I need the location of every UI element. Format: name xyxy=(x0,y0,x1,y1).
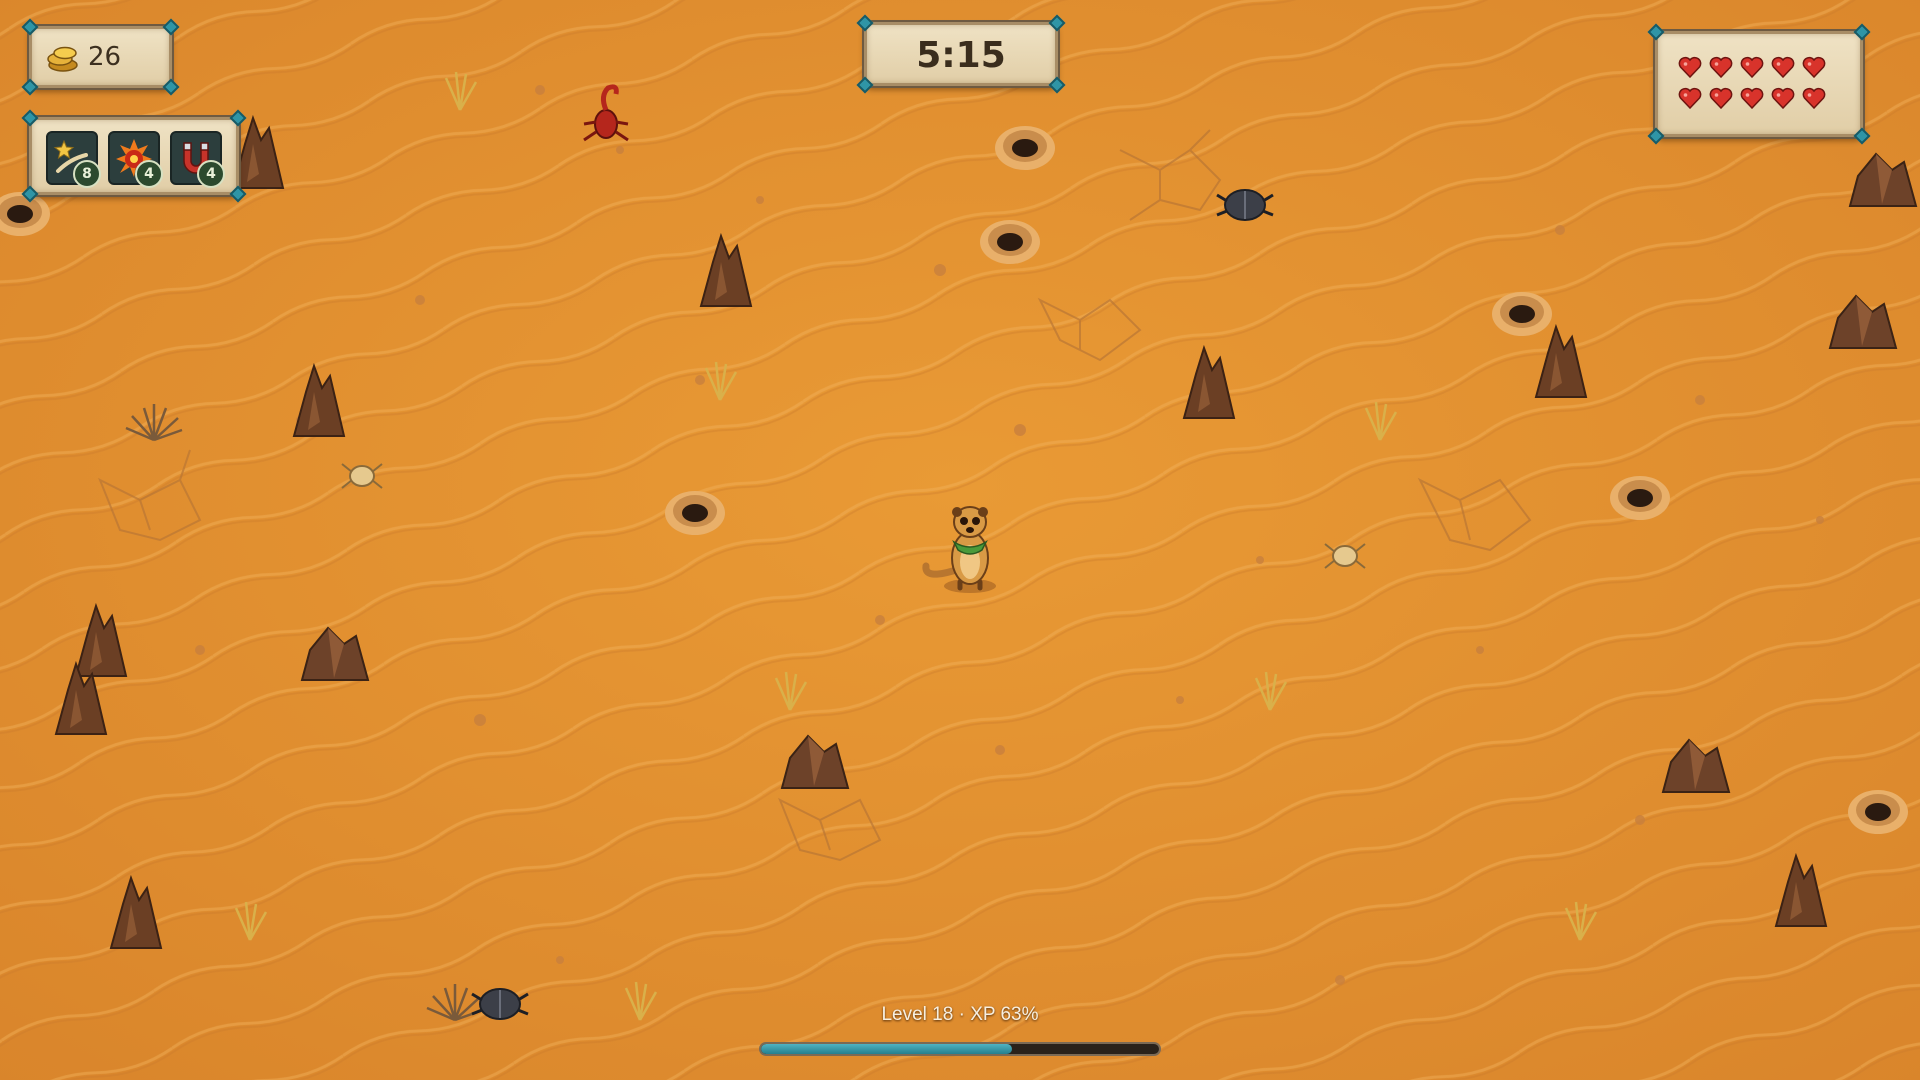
xp-progress-fill xyxy=(761,1044,1012,1054)
hearts-grid xyxy=(1678,56,1830,118)
timer-text: 5:15 xyxy=(916,35,1006,76)
burrow xyxy=(1848,790,1908,834)
heart-icon xyxy=(1709,87,1737,118)
heart-icon xyxy=(1771,56,1799,87)
heart-icon xyxy=(1678,56,1706,87)
round-timer: 5:15 xyxy=(856,14,1066,94)
burrow xyxy=(665,491,725,535)
powerup-slot-fire-bomb[interactable]: 4 xyxy=(108,131,163,188)
burrow xyxy=(995,126,1055,170)
coin-count: 26 xyxy=(88,42,122,72)
powerup-count: 4 xyxy=(135,160,163,188)
powerup-bar: 8 4 4 xyxy=(21,109,247,203)
heart-icon xyxy=(1771,87,1799,118)
powerup-slot-shooting-star[interactable]: 8 xyxy=(46,131,101,188)
xp-progress-bar xyxy=(759,1042,1161,1056)
coin-counter: 26 xyxy=(21,18,180,96)
burrow xyxy=(980,220,1040,264)
powerup-slot-magnet[interactable]: 4 xyxy=(170,131,225,188)
powerup-count: 4 xyxy=(197,160,225,188)
heart-icon xyxy=(1709,56,1737,87)
powerup-count: 8 xyxy=(73,160,101,188)
burrow xyxy=(1610,476,1670,520)
desert-game-world xyxy=(0,0,1920,1080)
heart-icon xyxy=(1678,87,1706,118)
level-xp-label: Level 18 · XP 63% xyxy=(881,1004,1039,1025)
heart-icon xyxy=(1740,87,1768,118)
heart-icon xyxy=(1802,87,1830,118)
heart-icon xyxy=(1740,56,1768,87)
health-hearts-panel xyxy=(1647,23,1871,145)
heart-icon xyxy=(1802,56,1830,87)
gold-coins-icon xyxy=(47,46,78,72)
burrow xyxy=(1492,292,1552,336)
